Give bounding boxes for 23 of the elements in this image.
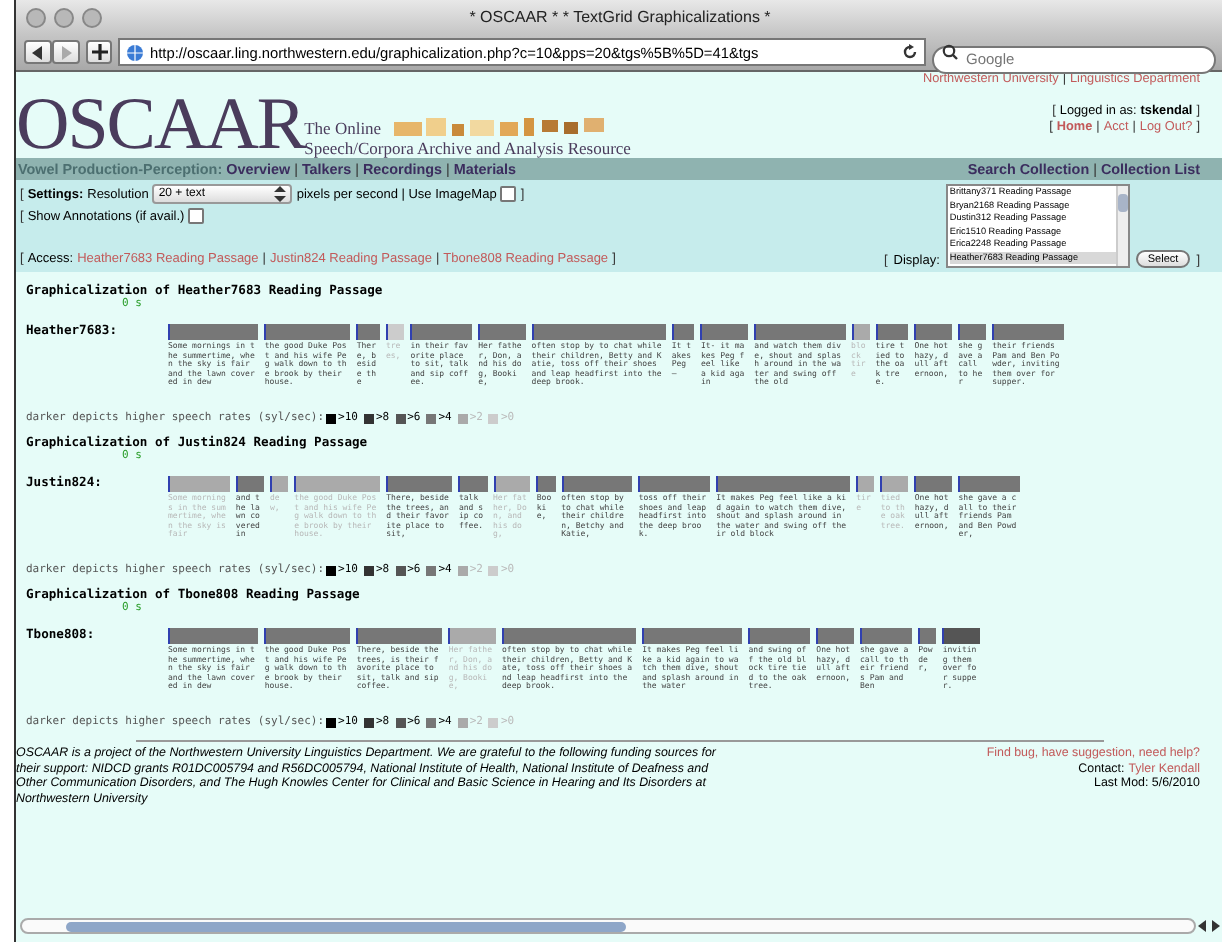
checkbox[interactable] xyxy=(188,208,205,224)
zoom-button[interactable] xyxy=(82,7,102,27)
globe-icon xyxy=(126,43,144,61)
stepper-icon xyxy=(274,186,287,202)
logo-text: OSCAAR xyxy=(16,92,305,158)
horizontal-scrollbar[interactable] xyxy=(20,918,1196,934)
close-button[interactable] xyxy=(26,7,46,27)
reload-icon[interactable] xyxy=(902,44,918,60)
tagline: The Online xyxy=(304,119,382,137)
plus-icon xyxy=(91,44,107,60)
back-button[interactable] xyxy=(24,40,52,64)
scrollbar[interactable] xyxy=(1115,186,1128,266)
forward-button[interactable] xyxy=(52,40,80,64)
back-icon xyxy=(32,45,44,59)
scroll-right-icon[interactable] xyxy=(1210,920,1220,932)
scroll-thumb[interactable] xyxy=(1117,194,1128,212)
tagline: Speech/Corpora Archive and Analysis Resource xyxy=(304,140,631,158)
minimize-button[interactable] xyxy=(54,7,74,27)
add-bookmark-button[interactable] xyxy=(86,40,112,64)
checkbox[interactable] xyxy=(500,186,517,202)
window-title: * OSCAAR * * TextGrid Graphicalizations * xyxy=(467,8,773,26)
forward-icon xyxy=(60,45,72,59)
search-icon xyxy=(942,44,962,60)
